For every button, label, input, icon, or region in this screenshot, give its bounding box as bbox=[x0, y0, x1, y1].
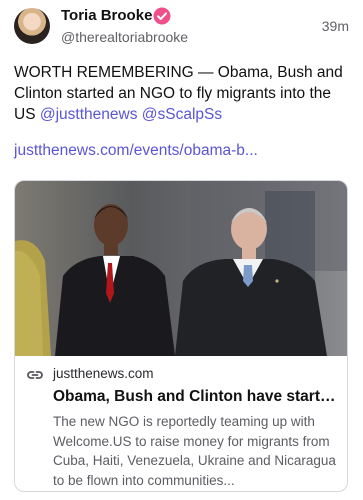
post-link[interactable]: justthenews.com/events/obama-b... bbox=[14, 142, 258, 160]
mention-justthenews[interactable]: @justthenews bbox=[40, 106, 138, 123]
link-chain-icon bbox=[27, 371, 43, 379]
link-preview-card[interactable]: justthenews.com Obama, Bush and Clinton … bbox=[14, 180, 348, 492]
avatar[interactable] bbox=[14, 8, 50, 44]
article-photo bbox=[15, 181, 347, 356]
post-header: Toria Brooke @therealtoriabrooke 39m bbox=[0, 0, 363, 56]
mention-sscalpss[interactable]: @sScalpSs bbox=[142, 106, 222, 123]
post-text: WORTH REMEMBERING — Obama, Bush and Clin… bbox=[14, 62, 354, 125]
card-title[interactable]: Obama, Bush and Clinton have starte... bbox=[53, 388, 339, 406]
card-description: The new NGO is reportedly teaming up wit… bbox=[53, 414, 336, 488]
post-time: 39m bbox=[321, 18, 349, 34]
user-handle[interactable]: @therealtoriabrooke bbox=[61, 29, 188, 45]
card-domain: justthenews.com bbox=[53, 366, 154, 381]
verified-badge-icon bbox=[153, 7, 171, 25]
display-name[interactable]: Toria Brooke bbox=[61, 7, 152, 24]
card-info: justthenews.com Obama, Bush and Clinton … bbox=[15, 356, 347, 491]
